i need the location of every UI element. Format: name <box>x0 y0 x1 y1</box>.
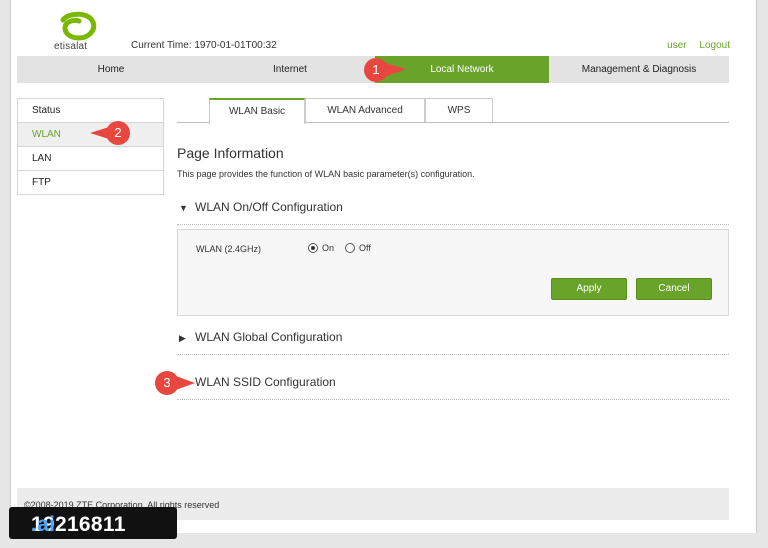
brand-name: etisalat <box>54 41 88 52</box>
site-watermark: 19216811 .ai <box>9 507 177 539</box>
radio-selected-icon[interactable] <box>308 243 318 253</box>
sidebar-item-ftp[interactable]: FTP <box>18 171 163 194</box>
page-title: Page Information <box>177 145 284 161</box>
wlan-onoff-panel: WLAN (2.4GHz) On Off Apply Cancel <box>177 229 729 316</box>
watermark-suffix: .ai <box>31 513 56 536</box>
section-title: WLAN SSID Configuration <box>195 375 336 389</box>
nav-internet[interactable]: Internet <box>205 56 375 83</box>
section-title: WLAN Global Configuration <box>195 330 343 344</box>
logout-link[interactable]: Logout <box>699 40 730 51</box>
radio-on[interactable]: On <box>308 243 334 253</box>
annotation-marker-1: 1 <box>362 56 406 84</box>
annotation-marker-2: 2 <box>90 119 132 147</box>
marker-number: 2 <box>114 125 122 140</box>
radio-off-label: Off <box>359 243 371 253</box>
tab-wps[interactable]: WPS <box>425 98 493 122</box>
section-wlan-onoff[interactable]: ▼ WLAN On/Off Configuration <box>177 200 729 225</box>
section-wlan-global[interactable]: ▶ WLAN Global Configuration <box>177 330 729 355</box>
marker-number: 3 <box>163 375 171 390</box>
sidebar: Status WLAN LAN FTP <box>17 98 164 195</box>
tab-bar: WLAN Basic WLAN Advanced WPS <box>177 98 729 124</box>
radio-unselected-icon[interactable] <box>345 243 355 253</box>
user-link[interactable]: user <box>667 40 686 51</box>
sidebar-item-lan[interactable]: LAN <box>18 147 163 171</box>
cancel-button[interactable]: Cancel <box>636 278 712 300</box>
annotation-marker-3: 3 <box>153 369 195 397</box>
section-title: WLAN On/Off Configuration <box>195 200 343 214</box>
expanded-triangle-icon: ▼ <box>179 203 188 213</box>
current-time-value: 1970-01-01T00:32 <box>194 40 277 51</box>
sidebar-item-wlan[interactable]: WLAN <box>18 123 163 147</box>
radio-on-label: On <box>322 243 335 253</box>
section-wlan-ssid[interactable]: ▶ WLAN SSID Configuration <box>177 375 729 400</box>
tab-wlan-basic[interactable]: WLAN Basic <box>209 98 305 124</box>
current-time-label: Current Time: <box>131 40 192 51</box>
radio-off[interactable]: Off <box>345 243 371 253</box>
wlan-band-label: WLAN (2.4GHz) <box>196 244 262 254</box>
nav-management-diagnosis[interactable]: Management & Diagnosis <box>549 56 729 83</box>
user-links: user Logout <box>657 40 730 51</box>
current-time: Current Time: 1970-01-01T00:32 <box>131 40 277 51</box>
apply-button[interactable]: Apply <box>551 278 627 300</box>
page-description: This page provides the function of WLAN … <box>177 169 475 179</box>
tab-wlan-advanced[interactable]: WLAN Advanced <box>305 98 425 122</box>
sidebar-item-status[interactable]: Status <box>18 99 163 123</box>
marker-number: 1 <box>372 62 380 77</box>
collapsed-triangle-icon: ▶ <box>179 333 186 343</box>
nav-home[interactable]: Home <box>17 56 205 83</box>
